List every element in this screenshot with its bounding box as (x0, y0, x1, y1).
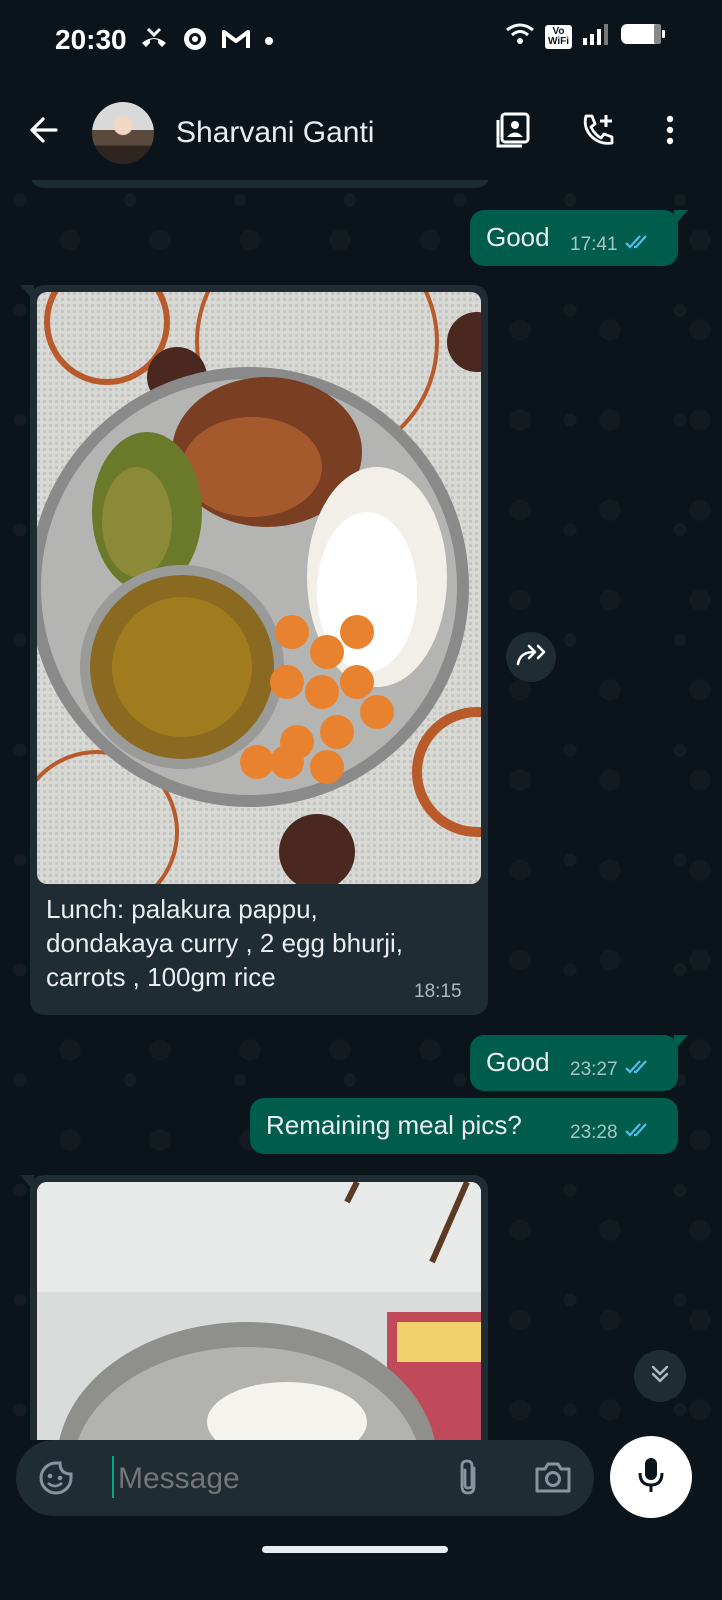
sticker-icon[interactable] (38, 1460, 74, 1501)
meal-photo[interactable] (37, 292, 481, 884)
message-text: Good (486, 1047, 550, 1077)
back-button[interactable] (24, 112, 64, 152)
double-check-icon (624, 234, 652, 256)
vpn-icon (182, 26, 208, 57)
battery-icon (620, 22, 666, 51)
previous-message (30, 180, 490, 188)
message-meta: 18:15 (414, 981, 462, 1003)
message-meta: 23:27 (570, 1059, 652, 1081)
notification-icons (140, 26, 274, 57)
status-time: 20:30 (55, 24, 127, 55)
scroll-to-bottom-button[interactable] (634, 1350, 686, 1402)
message-bubble-outgoing[interactable]: Good 17:41 (470, 210, 688, 266)
double-check-icon (624, 1059, 652, 1081)
bubble-tail (674, 1035, 688, 1051)
message-time: 17:41 (570, 234, 618, 255)
message-time: 18:15 (414, 981, 462, 1002)
message-bubble-outgoing[interactable]: Good 23:27 (470, 1035, 688, 1091)
message-input[interactable] (116, 1454, 450, 1504)
add-call-icon (580, 112, 616, 153)
more-options-button[interactable] (650, 112, 690, 152)
message-meta: 23:28 (570, 1122, 652, 1144)
gesture-navigation-bar[interactable] (262, 1546, 448, 1553)
message-text: Good (486, 222, 550, 252)
gmail-icon (222, 28, 250, 55)
double-chevron-down-icon (648, 1362, 672, 1391)
chat-area[interactable]: Good 17:41 Lunch: palakura pappu, dondak… (0, 180, 722, 1440)
mic-icon (637, 1456, 665, 1499)
signal-icon (582, 22, 610, 51)
message-bubble-outgoing[interactable]: Remaining meal pics? 23:28 (250, 1098, 678, 1154)
contact-card-icon (496, 112, 532, 153)
camera-icon[interactable] (534, 1460, 572, 1499)
vowifi-icon: Vo WiFi (544, 24, 572, 49)
image-caption: Lunch: palakura pappu, dondakaya curry ,… (46, 894, 403, 992)
contact-card-button[interactable] (494, 112, 534, 152)
message-meta: 17:41 (570, 234, 652, 256)
message-time: 23:27 (570, 1059, 618, 1080)
more-vert-icon (664, 114, 676, 151)
chat-header: Sharvani Ganti (0, 88, 722, 180)
missed-call-icon (140, 27, 168, 56)
message-input-bar (16, 1440, 594, 1516)
dot-icon (264, 33, 274, 51)
wifi-icon (505, 22, 535, 51)
back-arrow-icon (28, 114, 60, 151)
bubble-tail (20, 285, 34, 301)
meal-photo[interactable] (37, 1182, 481, 1440)
attach-icon[interactable] (454, 1458, 484, 1503)
message-bubble-incoming-image[interactable]: Lunch: palakura pappu, dondakaya curry ,… (20, 285, 488, 1015)
contact-name[interactable]: Sharvani Ganti (176, 116, 374, 150)
message-bubble-incoming-image[interactable] (20, 1175, 488, 1440)
forward-icon (516, 644, 546, 671)
bubble-tail (674, 210, 688, 226)
message-time: 23:28 (570, 1122, 618, 1143)
add-call-button[interactable] (578, 112, 618, 152)
mic-button[interactable] (610, 1436, 692, 1518)
forward-button[interactable] (506, 632, 556, 682)
contact-avatar[interactable] (92, 102, 154, 164)
bubble-tail (20, 1175, 34, 1191)
message-text: Remaining meal pics? (266, 1110, 522, 1140)
system-icons: Vo WiFi (505, 22, 666, 51)
status-bar: 20:30 Vo WiFi (0, 0, 722, 88)
double-check-icon (624, 1122, 652, 1144)
text-caret (112, 1456, 114, 1498)
